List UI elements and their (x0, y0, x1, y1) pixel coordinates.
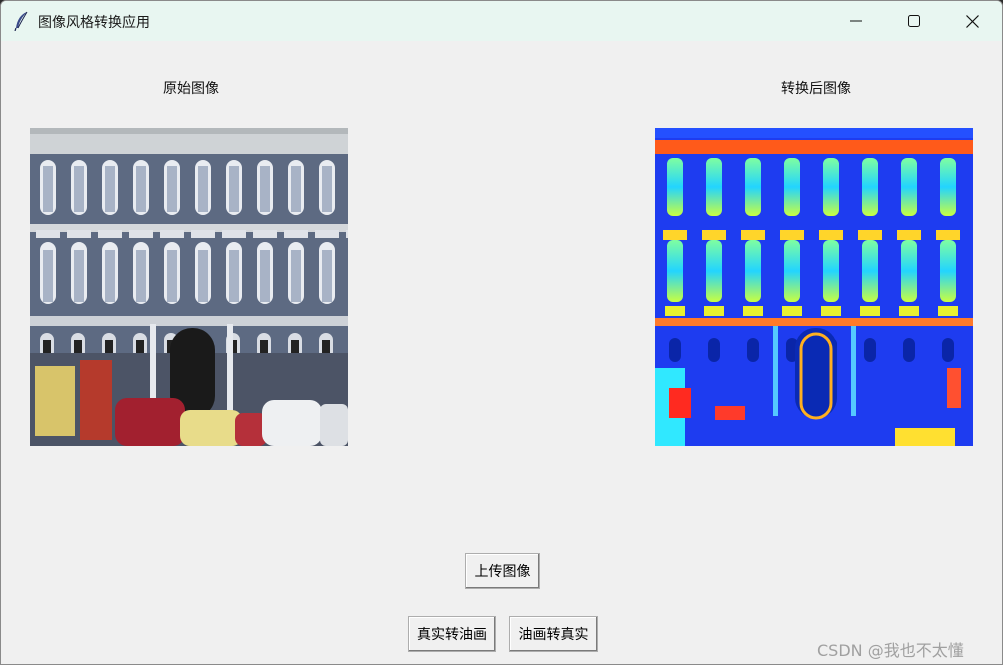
maximize-icon (908, 15, 920, 27)
minimize-icon (850, 20, 862, 22)
converted-image-label: 转换后图像 (781, 81, 851, 97)
upload-image-button[interactable]: 上传图像 (465, 553, 540, 589)
close-icon (965, 14, 979, 28)
title-bar[interactable]: 图像风格转换应用 (1, 1, 1002, 41)
minimize-button[interactable] (827, 1, 885, 41)
window-title: 图像风格转换应用 (38, 15, 150, 31)
csdn-watermark: CSDN @我也不太懂 (817, 641, 964, 660)
original-image-label: 原始图像 (163, 81, 219, 97)
close-button[interactable] (943, 1, 1001, 41)
converted-image (655, 128, 973, 446)
feather-icon (14, 11, 28, 31)
original-image (30, 128, 348, 446)
app-window: 图像风格转换应用 原始图像 转换后图像 上传图像 真实转油画 油画转真实 CSD… (0, 0, 1003, 665)
oil-to-real-button[interactable]: 油画转真实 (509, 616, 598, 652)
real-to-oil-button[interactable]: 真实转油画 (408, 616, 496, 652)
maximize-button[interactable] (885, 1, 943, 41)
